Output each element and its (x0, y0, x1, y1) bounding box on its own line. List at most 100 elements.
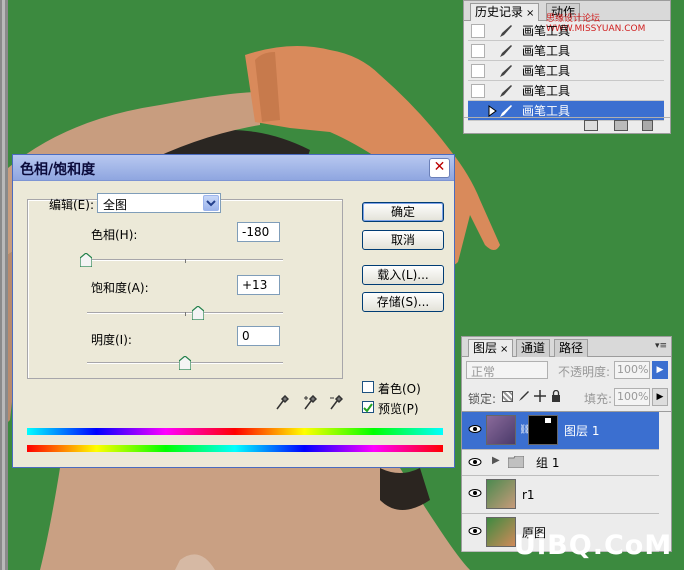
snapshot-checkbox[interactable] (471, 104, 485, 118)
fill-arrow-button[interactable]: ▶ (652, 388, 668, 406)
chevron-down-icon[interactable] (203, 195, 219, 211)
history-item-label: 画笔工具 (522, 24, 571, 38)
lock-brush-icon[interactable] (518, 390, 530, 402)
snapshot-checkbox[interactable] (471, 44, 485, 58)
save-label: 存储(S)... (376, 295, 430, 309)
edit-label: 编辑(E): (49, 198, 94, 212)
group-expand-icon[interactable]: ▶ (492, 455, 500, 466)
canvas-edge (0, 0, 8, 570)
saturation-value: +13 (242, 278, 268, 292)
fill-value: 100% (617, 390, 649, 403)
output-spectrum-bar (27, 445, 443, 452)
load-button[interactable]: 载入(L)... (362, 265, 444, 285)
eye-icon[interactable] (468, 457, 482, 467)
fill-input[interactable]: 100% (614, 388, 650, 406)
ok-button[interactable]: 确定 (362, 202, 444, 222)
preview-label[interactable]: 预览(P) (378, 400, 419, 417)
load-label: 载入(L)... (377, 268, 429, 282)
eyedropper-icon[interactable] (275, 395, 289, 411)
lightness-label: 明度(I): (91, 333, 132, 347)
saturation-slider-thumb[interactable] (192, 306, 204, 320)
lock-move-icon[interactable] (534, 390, 546, 402)
camera-icon[interactable] (614, 120, 628, 131)
lightness-value: 0 (242, 329, 250, 343)
tab-channels-label: 通道 (521, 341, 546, 355)
eye-icon[interactable] (468, 488, 482, 498)
colorize-checkbox[interactable] (362, 381, 374, 393)
hue-slider-thumb[interactable] (80, 253, 92, 267)
history-item[interactable]: 画笔工具 (468, 61, 664, 81)
opacity-label: 不透明度: (558, 365, 611, 379)
lock-label: 锁定: (468, 392, 497, 406)
site-watermark: UiBQ.CoM (514, 530, 673, 561)
eye-icon[interactable] (468, 526, 482, 536)
checkmark-icon (363, 403, 373, 413)
history-footer (464, 117, 670, 133)
edit-select[interactable]: 全图 (97, 193, 221, 213)
layer-name: r1 (522, 488, 535, 502)
blend-mode-select[interactable]: 正常 (466, 361, 548, 379)
close-icon: ✕ (433, 159, 446, 175)
trash-icon[interactable] (642, 120, 653, 131)
opacity-arrow-button[interactable]: ▶ (652, 361, 668, 379)
panel-menu-icon[interactable]: ▾≡ (655, 341, 667, 351)
brush-icon (500, 45, 512, 57)
snapshot-checkbox[interactable] (471, 64, 485, 78)
layers-panel: 图层 × 通道 路径 ▾≡ 正常 不透明度: 100% ▶ 锁定: 填充: 100… (461, 336, 672, 552)
brush-icon (500, 65, 512, 77)
saturation-tick (185, 312, 186, 316)
history-item-label: 画笔工具 (522, 64, 571, 78)
tab-history[interactable]: 历史记录 × (470, 3, 540, 21)
opacity-input[interactable]: 100% (614, 361, 650, 379)
dialog-titlebar[interactable]: 色相/饱和度 ✕ (13, 155, 454, 181)
tab-history-label: 历史记录 (475, 5, 524, 19)
tab-close-icon[interactable]: × (500, 344, 508, 355)
tab-paths[interactable]: 路径 (554, 339, 589, 357)
snapshot-checkbox[interactable] (471, 84, 485, 98)
history-list: 画笔工具 画笔工具 画笔工具 画笔工具 画笔工具 (464, 21, 664, 121)
saturation-input[interactable]: +13 (237, 275, 280, 295)
ok-label: 确定 (390, 205, 415, 219)
history-item[interactable]: 画笔工具 (468, 81, 664, 101)
lock-transparent-icon[interactable] (502, 391, 513, 402)
adjustment-group (27, 199, 343, 379)
eyedropper-minus-icon[interactable] (329, 395, 343, 411)
input-spectrum-bar (27, 428, 443, 435)
layer-group-row[interactable]: ▶ 组 1 (462, 450, 659, 476)
history-item[interactable]: 画笔工具 (468, 41, 664, 61)
hue-saturation-dialog: 色相/饱和度 ✕ 编辑(E): 全图 色相(H): -180 饱和度(A): +… (12, 154, 455, 468)
hue-label: 色相(H): (91, 228, 138, 242)
layer-row[interactable]: r1 (462, 476, 659, 514)
tab-close-icon[interactable]: × (526, 8, 534, 19)
layer-row[interactable]: ⛓ 图层 1 (462, 412, 659, 450)
dialog-title: 色相/饱和度 (20, 162, 96, 178)
tab-layers[interactable]: 图层 × (468, 339, 514, 357)
preview-checkbox[interactable] (362, 401, 374, 413)
new-document-icon[interactable] (584, 120, 598, 131)
history-state-arrow-icon (488, 105, 497, 117)
layer-thumbnail (486, 517, 516, 547)
colorize-label[interactable]: 着色(O) (378, 380, 421, 397)
close-button[interactable]: ✕ (429, 158, 450, 178)
history-item[interactable]: 画笔工具 (468, 21, 664, 41)
layers-tabbar: 图层 × 通道 路径 ▾≡ (462, 337, 671, 357)
hue-value: -180 (242, 225, 270, 239)
save-button[interactable]: 存储(S)... (362, 292, 444, 312)
saturation-label: 饱和度(A): (91, 281, 149, 295)
hue-input[interactable]: -180 (237, 222, 280, 242)
history-item-label: 画笔工具 (522, 84, 571, 98)
layer-mask-thumbnail (528, 415, 558, 445)
lock-all-icon[interactable] (550, 390, 562, 402)
cancel-button[interactable]: 取消 (362, 230, 444, 250)
eyedropper-plus-icon[interactable] (303, 395, 317, 411)
layer-name: 图层 1 (564, 424, 600, 438)
tab-layers-label: 图层 (473, 341, 498, 355)
eye-icon[interactable] (468, 424, 482, 434)
lightness-slider-thumb[interactable] (179, 356, 191, 370)
folder-icon (508, 456, 524, 468)
opacity-value: 100% (617, 363, 649, 376)
snapshot-checkbox[interactable] (471, 24, 485, 38)
tab-channels[interactable]: 通道 (516, 339, 551, 357)
cancel-label: 取消 (390, 233, 415, 247)
lightness-input[interactable]: 0 (237, 326, 280, 346)
